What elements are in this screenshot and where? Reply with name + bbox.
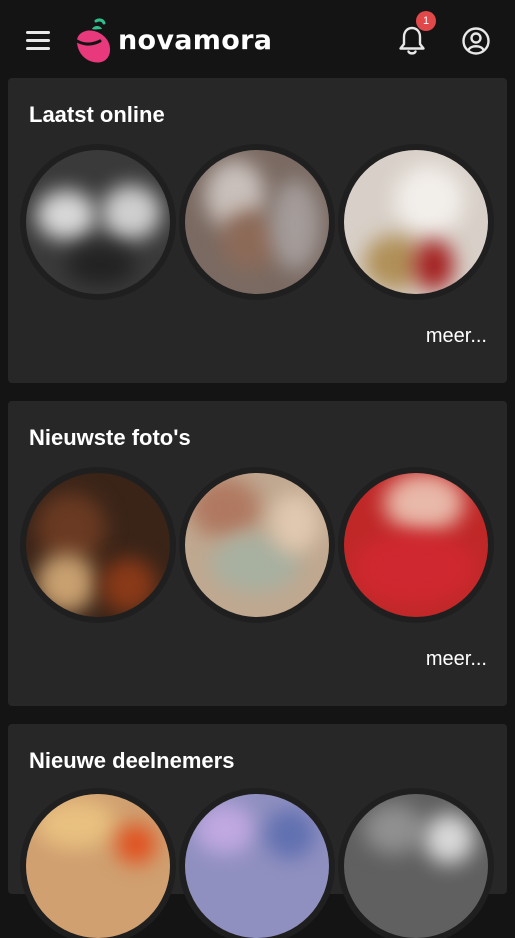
- member-avatar[interactable]: [26, 150, 170, 294]
- profile-button[interactable]: [461, 26, 491, 56]
- pepper-logo-icon: [75, 18, 111, 63]
- recently-online-section: Laatst online meer...: [8, 78, 507, 383]
- more-link[interactable]: meer...: [426, 648, 487, 671]
- new-members-section: Nieuwe deelnemers: [8, 724, 507, 938]
- photo-thumbnail[interactable]: [185, 473, 329, 617]
- photo-thumbnail[interactable]: [344, 473, 488, 617]
- top-bar: novamora 1: [0, 0, 515, 78]
- member-avatar[interactable]: [344, 794, 488, 938]
- member-avatar[interactable]: [344, 150, 488, 294]
- notification-count-badge: 1: [416, 11, 436, 31]
- section-title: Nieuwe deelnemers: [29, 748, 235, 773]
- section-title: Laatst online: [29, 102, 165, 127]
- user-circle-icon: [462, 27, 490, 55]
- member-avatar[interactable]: [185, 150, 329, 294]
- photo-thumbnail[interactable]: [26, 473, 170, 617]
- brand-name: novamora: [118, 24, 273, 56]
- more-link[interactable]: meer...: [426, 325, 487, 348]
- hamburger-menu-icon[interactable]: [26, 28, 52, 52]
- section-title: Nieuwste foto's: [29, 425, 191, 450]
- member-avatar[interactable]: [26, 794, 170, 938]
- member-avatar[interactable]: [185, 794, 329, 938]
- brand-logo[interactable]: novamora: [70, 16, 272, 66]
- newest-photos-section: Nieuwste foto's meer...: [8, 401, 507, 706]
